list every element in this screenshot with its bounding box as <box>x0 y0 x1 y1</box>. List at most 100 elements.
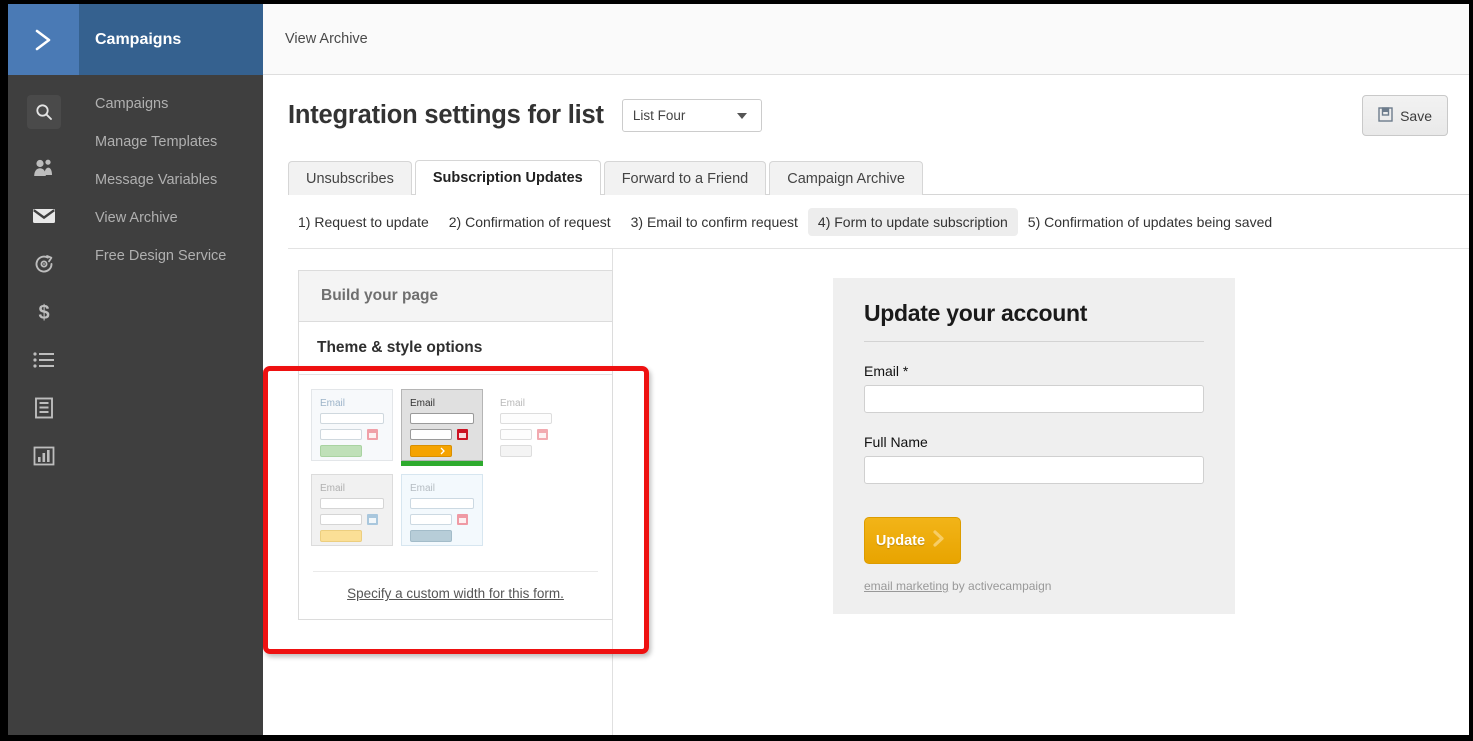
theme-swatch-label: Email <box>410 398 436 409</box>
swatch-selected-underline <box>311 546 393 551</box>
step-3-email-to-confirm-request[interactable]: 3) Email to confirm request <box>621 208 808 236</box>
update-button[interactable]: Update <box>864 517 961 564</box>
deals-dollar-icon-button[interactable]: $ <box>8 288 79 336</box>
builder-area: Build your page Theme & style options Em… <box>263 249 1469 735</box>
chevron-right-logo-icon <box>29 25 59 55</box>
save-button[interactable]: Save <box>1362 95 1448 136</box>
panel-footer: Specify a custom width for this form. <box>313 571 598 619</box>
calendar-icon <box>367 429 378 440</box>
chevron-right-icon <box>930 529 949 553</box>
envelope-icon-button[interactable] <box>8 192 79 240</box>
swatch-submit-button <box>410 530 452 542</box>
topbar: View Archive <box>263 4 1469 75</box>
swatch-small-input <box>410 429 452 440</box>
app-root: $ Campaigns Campaigns Manage Templates M… <box>8 4 1469 735</box>
sidebar-nav: Campaigns Manage Templates Message Varia… <box>79 75 263 275</box>
swatch-selected-underline <box>311 461 393 466</box>
builder-left-column: Build your page Theme & style options Em… <box>298 270 613 620</box>
full-name-field[interactable] <box>864 456 1204 484</box>
theme-swatch-label: Email <box>320 483 346 494</box>
step-5-confirmation-of-updates-being-saved[interactable]: 5) Confirmation of updates being saved <box>1018 208 1282 236</box>
page-header: Integration settings for list List Four … <box>263 75 1469 136</box>
lists-icon-button[interactable] <box>8 336 79 384</box>
floppy-disk-save-icon <box>1378 106 1393 125</box>
calendar-icon <box>457 514 468 525</box>
swatch-row <box>500 429 564 440</box>
swatch-row <box>320 514 384 525</box>
theme-swatch-grey-yellow[interactable]: Email <box>311 474 393 551</box>
custom-width-link[interactable]: Specify a custom width for this form. <box>347 586 564 601</box>
contacts-icon-button[interactable] <box>8 144 79 192</box>
sidebar-item-campaigns[interactable]: Campaigns <box>79 85 263 123</box>
sidebar-item-free-design-service[interactable]: Free Design Service <box>79 237 263 275</box>
swatch-row <box>320 429 384 440</box>
swatch-submit-button <box>320 530 362 542</box>
list-select-dropdown[interactable]: List Four <box>621 99 762 132</box>
swatch-row <box>410 429 474 440</box>
step-4-form-to-update-subscription[interactable]: 4) Form to update subscription <box>807 208 1018 236</box>
contacts-icon <box>33 158 55 178</box>
theme-swatch-grey-orange[interactable]: Email <box>401 389 483 466</box>
pages-icon-button[interactable] <box>8 384 79 432</box>
step-nav: 1) Request to update 2) Confirmation of … <box>288 208 1469 249</box>
svg-text:$: $ <box>38 302 49 323</box>
step-1-request-to-update[interactable]: 1) Request to update <box>288 208 439 236</box>
calendar-icon <box>537 429 548 440</box>
swatch-selected-underline <box>491 461 573 466</box>
swatch-input <box>320 498 384 509</box>
swatch-small-input <box>410 514 452 525</box>
form-preview: Update your account Email * Full Name Up… <box>833 278 1235 614</box>
theme-swatch-blue-steel[interactable]: Email <box>401 474 483 551</box>
search-icon <box>26 95 61 129</box>
swatch-input <box>410 498 474 509</box>
swatch-input <box>320 413 384 424</box>
step-2-confirmation-of-request[interactable]: 2) Confirmation of request <box>439 208 621 236</box>
email-field-label: Email * <box>864 363 909 379</box>
lists-icon <box>32 352 55 368</box>
swatch-input <box>410 413 474 424</box>
page-title: Integration settings for list <box>288 101 604 129</box>
chevron-down-icon <box>736 113 747 119</box>
envelope-icon <box>32 207 56 225</box>
theme-swatch-light-green[interactable]: Email <box>311 389 393 466</box>
sidebar-item-message-variables[interactable]: Message Variables <box>79 161 263 199</box>
swatch-submit-button <box>410 445 452 457</box>
save-button-label: Save <box>1400 107 1432 124</box>
theme-and-style-options-title: Theme & style options <box>299 322 612 375</box>
build-your-page-panel: Build your page <box>298 270 613 322</box>
theme-swatch-plain-white[interactable]: Email <box>491 389 573 466</box>
email-marketing-link[interactable]: email marketing <box>864 579 949 593</box>
calendar-icon <box>367 514 378 525</box>
theme-swatch-grid: Email Email Email Email Email <box>299 375 599 559</box>
settings-tabs: Unsubscribes Subscription Updates Forwar… <box>288 159 1469 195</box>
theme-swatch-label: Email <box>410 483 436 494</box>
preview-footer-text: by activecampaign <box>948 579 1052 593</box>
preview-footer: email marketing by activecampaign <box>864 579 1204 593</box>
automations-icon-button[interactable] <box>8 240 79 288</box>
update-button-label: Update <box>875 532 926 549</box>
form-preview-inner: Update your account Email * Full Name Up… <box>833 278 1235 593</box>
search-icon-button[interactable] <box>8 88 79 136</box>
breadcrumb[interactable]: View Archive <box>285 31 368 47</box>
swatch-selected-underline <box>401 461 483 466</box>
tab-forward-to-a-friend[interactable]: Forward to a Friend <box>603 161 767 195</box>
tab-campaign-archive[interactable]: Campaign Archive <box>769 161 923 195</box>
reports-chart-icon-button[interactable] <box>8 432 79 480</box>
tab-subscription-updates[interactable]: Subscription Updates <box>414 160 601 195</box>
pages-icon <box>34 397 54 419</box>
swatch-small-input <box>500 429 532 440</box>
theme-and-style-options-panel: Theme & style options Email Email Email … <box>298 322 613 620</box>
full-name-field-label: Full Name <box>864 434 928 450</box>
build-your-page-title: Build your page <box>321 287 439 304</box>
icon-rail-items: $ <box>8 75 79 480</box>
list-select-value: List Four <box>632 108 686 123</box>
email-field[interactable] <box>864 385 1204 413</box>
swatch-input <box>500 413 552 424</box>
tab-unsubscribes[interactable]: Unsubscribes <box>288 161 412 195</box>
reports-chart-icon <box>33 446 55 466</box>
sidebar-item-manage-templates[interactable]: Manage Templates <box>79 123 263 161</box>
app-logo[interactable] <box>8 4 79 75</box>
theme-swatch-label: Email <box>500 398 526 409</box>
theme-swatch-label: Email <box>320 398 346 409</box>
sidebar-item-view-archive[interactable]: View Archive <box>79 199 263 237</box>
